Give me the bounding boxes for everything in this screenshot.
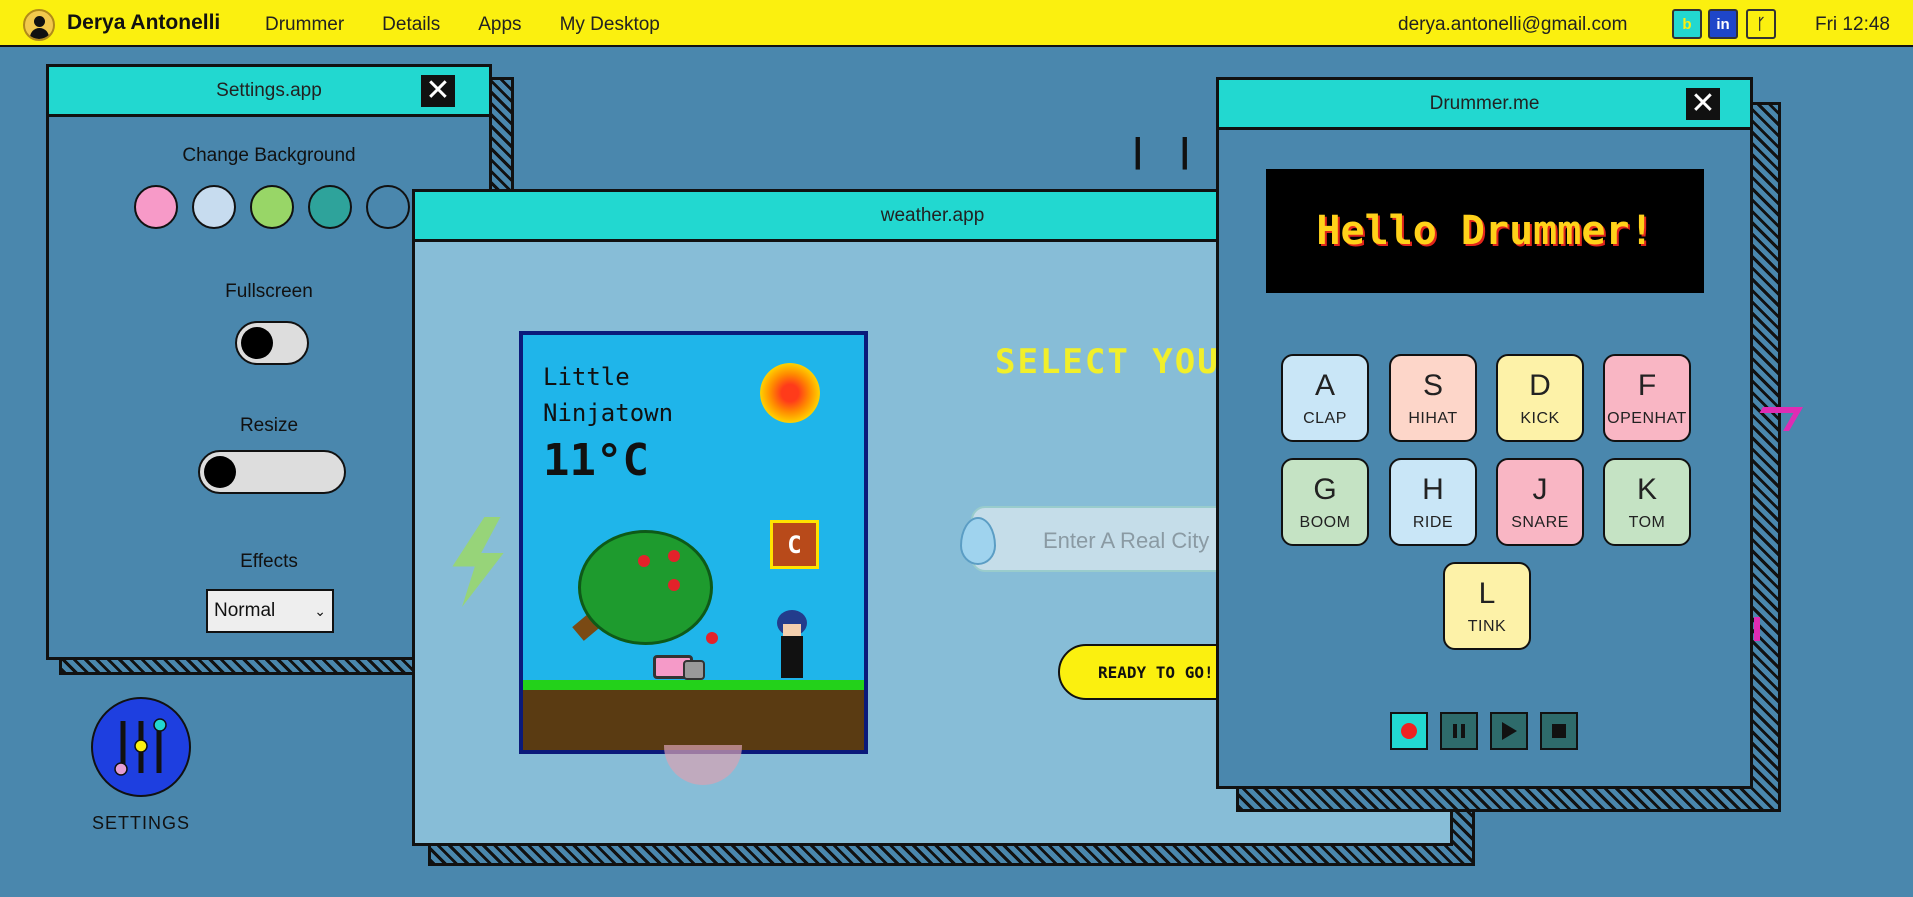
pad-sound: TOM (1628, 513, 1666, 531)
drummer-window: Drummer.me ✕ Hello Drummer! A CLAP S HIH… (1216, 77, 1753, 789)
change-background-label: Change Background (182, 145, 356, 166)
pad-sound: KICK (1520, 409, 1560, 427)
apple-icon (668, 550, 680, 562)
drummer-titlebar[interactable]: Drummer.me (1219, 80, 1750, 130)
drum-pad-clap[interactable]: A CLAP (1281, 354, 1369, 442)
chevron-down-icon: ⌄ (314, 602, 326, 619)
drum-display: Hello Drummer! (1266, 169, 1704, 293)
city-line-1: Little (543, 363, 630, 391)
swatch-light-blue[interactable] (192, 185, 236, 229)
settings-title: Settings.app (216, 79, 322, 101)
pad-sound: TINK (1467, 617, 1507, 635)
pad-sound: CLAP (1303, 409, 1347, 427)
drum-pad-ride[interactable]: H RIDE (1389, 458, 1477, 546)
drum-pad-hihat[interactable]: S HIHAT (1389, 354, 1477, 442)
decorative-dash (1754, 617, 1760, 641)
username: Derya Antonelli (67, 11, 221, 34)
drum-pad-snare[interactable]: J SNARE (1496, 458, 1584, 546)
city-line-2: Ninjatown (543, 399, 674, 427)
swatch-pink[interactable] (134, 185, 178, 229)
pad-sound: SNARE (1511, 513, 1569, 531)
play-button[interactable] (1490, 712, 1528, 750)
drum-pad-tink[interactable]: L TINK (1443, 562, 1531, 650)
pause-button[interactable] (1440, 712, 1478, 750)
menu-item-drummer[interactable]: Drummer (265, 14, 344, 36)
sliders-icon (114, 718, 167, 776)
pad-key: F (1637, 368, 1657, 402)
main-menu: Drummer Details Apps My Desktop (265, 14, 698, 36)
user-email[interactable]: derya.antonelli@gmail.com (1398, 14, 1627, 36)
pad-key: K (1636, 472, 1657, 506)
drummer-title: Drummer.me (1429, 92, 1540, 114)
social-b-icon[interactable]: b (1672, 9, 1702, 39)
pad-sound: RIDE (1412, 513, 1454, 531)
pad-key: A (1314, 368, 1335, 402)
drum-pad-openhat[interactable]: F OPENHAT (1603, 354, 1691, 442)
drum-pad-tom[interactable]: K TOM (1603, 458, 1691, 546)
pad-key: G (1313, 472, 1337, 506)
pause-icon (1453, 724, 1465, 738)
settings-close-button[interactable]: ✕ (421, 75, 455, 107)
nyan-cat-head (683, 660, 705, 680)
settings-desktop-label[interactable]: SETTINGS (70, 813, 212, 834)
play-icon (1501, 722, 1517, 740)
top-menu-bar: Derya Antonelli Drummer Details Apps My … (0, 0, 1913, 47)
avatar[interactable] (23, 9, 55, 41)
pad-sound: OPENHAT (1607, 409, 1687, 427)
sun-icon (760, 363, 820, 423)
weather-card: Little Ninjatown 11°C C (519, 331, 868, 754)
resize-toggle[interactable] (198, 450, 346, 494)
toggle-knob (204, 456, 236, 488)
ninja-character-icon (773, 610, 811, 680)
weather-title: weather.app (880, 204, 985, 226)
fullscreen-toggle[interactable] (235, 321, 309, 365)
settings-desktop-icon[interactable] (91, 697, 191, 797)
pad-sound: BOOM (1299, 513, 1351, 531)
city-name: Little Ninjatown (543, 359, 673, 431)
unit-toggle-button[interactable]: C (770, 520, 819, 569)
menu-item-apps[interactable]: Apps (478, 14, 521, 36)
clock: Fri 12:48 (1815, 14, 1890, 35)
record-icon (1401, 723, 1417, 739)
menu-item-my-desktop[interactable]: My Desktop (560, 14, 660, 36)
stop-button[interactable] (1540, 712, 1578, 750)
pad-key: D (1529, 368, 1551, 402)
ground (523, 680, 864, 750)
menu-item-details[interactable]: Details (382, 14, 440, 36)
pad-key: S (1422, 368, 1443, 402)
apple-icon (668, 579, 680, 591)
record-button[interactable] (1390, 712, 1428, 750)
stop-icon (1552, 724, 1566, 738)
pad-key: J (1532, 472, 1548, 506)
linkedin-icon[interactable]: in (1708, 9, 1738, 39)
apple-icon (638, 555, 650, 567)
temperature: 11°C (543, 435, 649, 486)
effects-select[interactable]: Normal ⌄ (206, 589, 334, 633)
tree-icon (578, 530, 713, 645)
pad-key: H (1422, 472, 1444, 506)
pad-key: L (1478, 576, 1496, 610)
apple-icon (706, 632, 718, 644)
select-city-heading: SELECT YOUR (995, 342, 1243, 382)
pad-sound: HIHAT (1408, 409, 1458, 427)
drum-pad-boom[interactable]: G BOOM (1281, 458, 1369, 546)
drum-pad-kick[interactable]: D KICK (1496, 354, 1584, 442)
swatch-blue[interactable] (366, 185, 410, 229)
drummer-close-button[interactable]: ✕ (1686, 88, 1720, 120)
swatch-teal[interactable] (308, 185, 352, 229)
toggle-knob (241, 327, 273, 359)
swatch-green[interactable] (250, 185, 294, 229)
effects-select-value: Normal (214, 600, 276, 621)
git-fork-icon[interactable]: ᚴ (1746, 9, 1776, 39)
